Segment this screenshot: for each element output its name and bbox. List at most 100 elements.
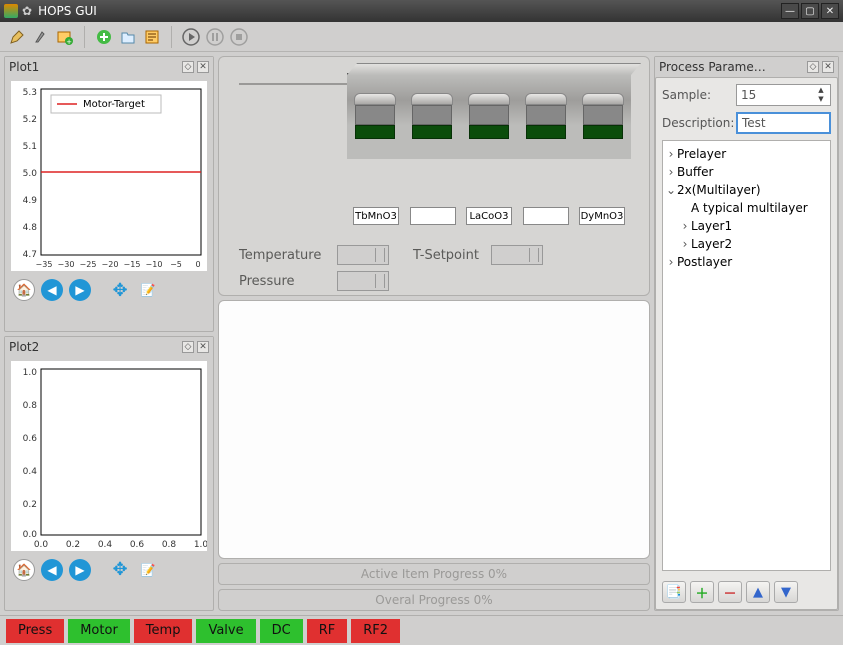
tree-down-button[interactable]: ▼ [774,581,798,603]
cassette-4[interactable] [524,93,568,159]
plot2-float-button[interactable]: ◇ [182,341,194,353]
svg-text:0.8: 0.8 [23,401,38,411]
tree-item[interactable]: A typical multilayer [665,199,828,217]
add-icon[interactable] [93,26,115,48]
log-panel[interactable] [218,300,650,559]
sample-up-icon[interactable]: ▲ [814,86,828,95]
svg-text:−10: −10 [146,260,163,269]
cassette-5-label[interactable]: DyMnO3 [579,207,625,225]
plot1-config-icon[interactable]: 📝 [137,279,159,301]
window-titlebar: ✿ HOPS GUI — ▢ ✕ [0,0,843,22]
process-close-button[interactable]: ✕ [822,61,834,73]
script-icon[interactable] [141,26,163,48]
svg-text:0.0: 0.0 [34,540,49,550]
svg-text:0.6: 0.6 [130,540,145,550]
plot1-float-button[interactable]: ◇ [182,61,194,73]
status-rf2[interactable]: RF2 [351,619,400,643]
cassette-1-label[interactable]: TbMnO3 [353,207,399,225]
tree-item[interactable]: ›Buffer [665,163,828,181]
cassette-3[interactable] [467,93,511,159]
window-title: HOPS GUI [38,4,779,18]
plot2-panel: Plot2 ◇ ✕ 1.0 0.8 0.6 0.4 0.2 0.0 [4,336,214,612]
minimize-button[interactable]: — [781,3,799,19]
plot1-forward-icon[interactable]: ▶ [69,279,91,301]
status-valve[interactable]: Valve [196,619,255,643]
open-icon[interactable] [117,26,139,48]
pause-icon[interactable] [204,26,226,48]
plot1-close-button[interactable]: ✕ [197,61,209,73]
svg-text:5.1: 5.1 [23,142,37,152]
sample-spinbox[interactable]: 15 ▲▼ [736,84,831,106]
status-press[interactable]: Press [6,619,64,643]
svg-text:0.2: 0.2 [23,500,37,510]
svg-text:4.9: 4.9 [23,196,38,206]
temperature-label: Temperature [239,248,329,263]
plot2-config-icon[interactable]: 📝 [137,559,159,581]
play-icon[interactable] [180,26,202,48]
sample-label: Sample: [662,88,732,102]
edit-icon[interactable] [6,26,28,48]
plot1-home-icon[interactable]: 🏠 [13,279,35,301]
tree-item[interactable]: ›Layer1 [665,217,828,235]
tree-item[interactable]: ›Layer2 [665,235,828,253]
svg-text:0.0: 0.0 [23,530,38,540]
plot1-pan-icon[interactable]: ✥ [109,279,131,301]
image-add-icon[interactable]: + [54,26,76,48]
plot1-back-icon[interactable]: ◀ [41,279,63,301]
window-menu-icon[interactable]: ✿ [22,4,32,18]
plot2-close-button[interactable]: ✕ [197,341,209,353]
tree-import-button[interactable]: 📑 [662,581,686,603]
tree-remove-button[interactable]: － [718,581,742,603]
plot1-panel: Plot1 ◇ ✕ 5.3 5.2 5.1 5.0 4.9 [4,56,214,332]
tsetpoint-readout[interactable] [491,245,543,265]
plot2-canvas[interactable]: 1.0 0.8 0.6 0.4 0.2 0.0 0.0 0.2 0.4 0.6 [11,361,207,551]
cassette-2-label[interactable] [410,207,456,225]
svg-text:−15: −15 [124,260,141,269]
status-bar: PressMotorTempValveDCRFRF2 [0,615,843,645]
svg-text:0.4: 0.4 [23,467,38,477]
tree-item[interactable]: ⌄2x(Multilayer) [665,181,828,199]
temperature-readout[interactable] [337,245,389,265]
status-temp[interactable]: Temp [134,619,193,643]
cassette-2[interactable] [410,93,454,159]
sample-down-icon[interactable]: ▼ [814,95,828,104]
pressure-readout[interactable] [337,271,389,291]
process-parameters-panel: Process Parame… ◇ ✕ Sample: 15 ▲▼ Descri… [654,56,839,611]
plot2-forward-icon[interactable]: ▶ [69,559,91,581]
svg-text:1.0: 1.0 [194,540,207,550]
process-tree[interactable]: ›Prelayer›Buffer⌄2x(Multilayer)A typical… [662,140,831,571]
svg-text:1.0: 1.0 [23,368,38,378]
svg-text:5.0: 5.0 [23,169,38,179]
plot1-canvas[interactable]: 5.3 5.2 5.1 5.0 4.9 4.8 4.7 −35 −30 −25 [11,81,207,271]
pressure-label: Pressure [239,274,329,289]
status-motor[interactable]: Motor [68,619,130,643]
tree-up-button[interactable]: ▲ [746,581,770,603]
svg-text:−20: −20 [102,260,119,269]
process-float-button[interactable]: ◇ [807,61,819,73]
plot2-home-icon[interactable]: 🏠 [13,559,35,581]
plot2-pan-icon[interactable]: ✥ [109,559,131,581]
stop-icon[interactable] [228,26,250,48]
active-progress: Active Item Progress 0% [218,563,650,585]
svg-text:−25: −25 [80,260,97,269]
close-button[interactable]: ✕ [821,3,839,19]
status-dc[interactable]: DC [260,619,303,643]
tree-add-button[interactable]: ＋ [690,581,714,603]
svg-text:5.3: 5.3 [23,88,37,98]
svg-text:−5: −5 [170,260,182,269]
plot2-back-icon[interactable]: ◀ [41,559,63,581]
device-panel: TbMnO3 LaCoO3 DyMnO3 Temperature T-Setpo… [218,56,650,296]
description-input[interactable]: Test [736,112,831,134]
cassette-1[interactable] [353,93,397,159]
cassette-3-label[interactable]: LaCoO3 [466,207,512,225]
pick-icon[interactable] [30,26,52,48]
status-rf[interactable]: RF [307,619,348,643]
tree-item[interactable]: ›Postlayer [665,253,828,271]
svg-text:4.7: 4.7 [23,250,37,260]
cassette-4-label[interactable] [523,207,569,225]
plot2-toolbar: 🏠 ◀ ▶ ✥ 📝 [5,555,213,587]
cassette-5[interactable] [581,93,625,159]
maximize-button[interactable]: ▢ [801,3,819,19]
tree-item[interactable]: ›Prelayer [665,145,828,163]
main-toolbar: + [0,22,843,52]
